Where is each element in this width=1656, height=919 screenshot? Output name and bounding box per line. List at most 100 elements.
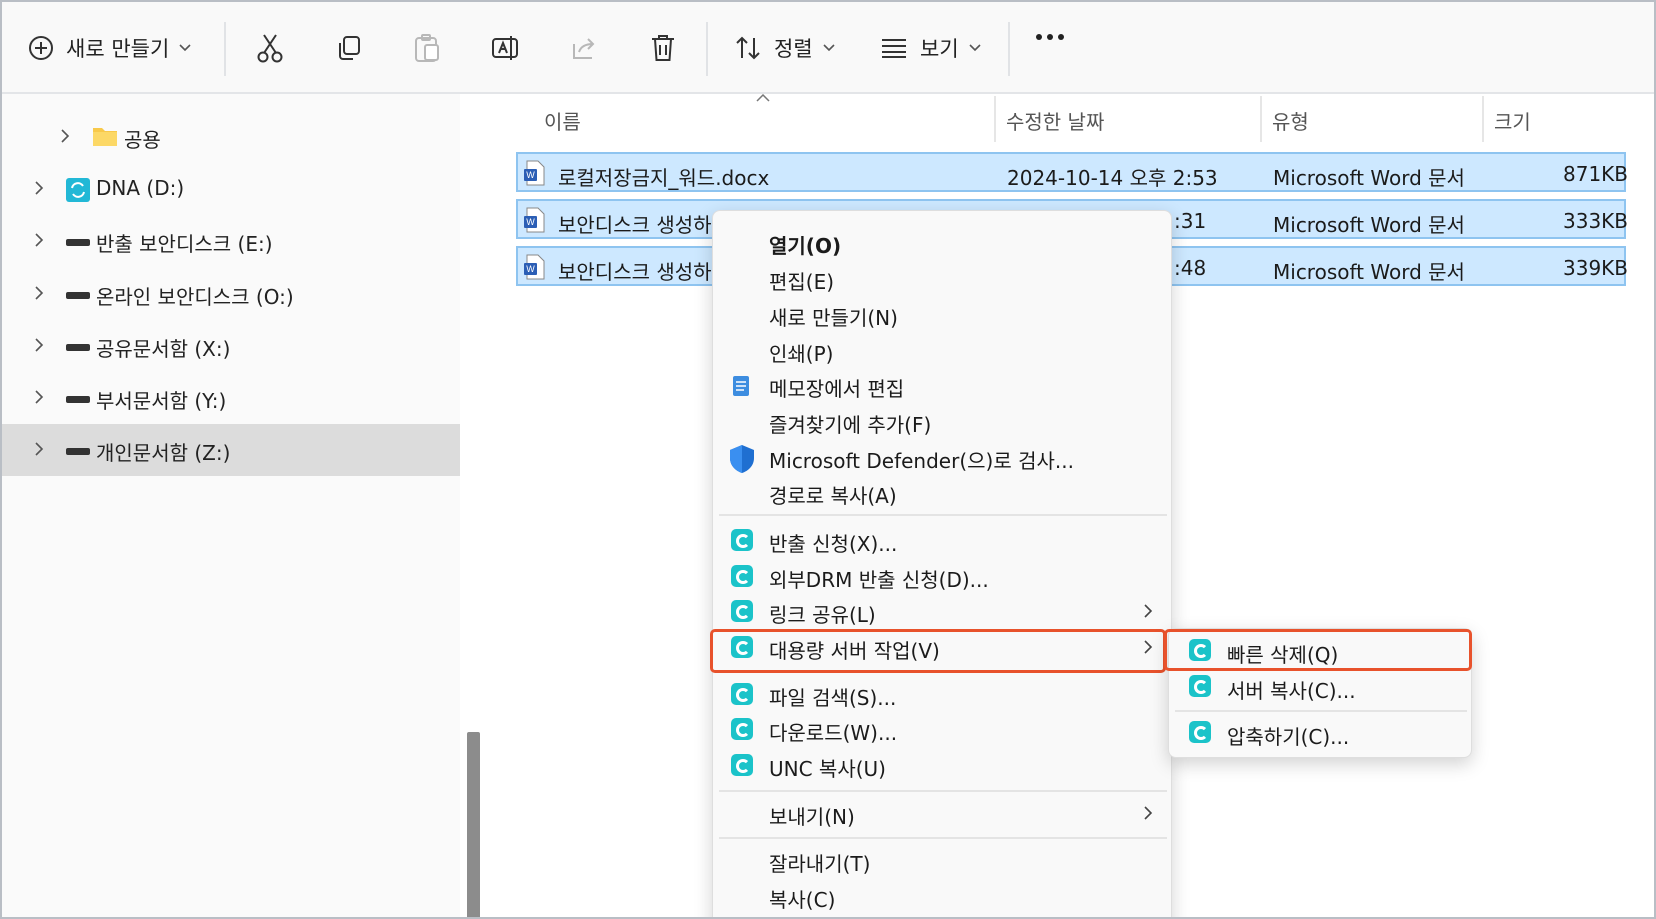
column-divider[interactable] bbox=[994, 96, 996, 142]
share-button[interactable] bbox=[570, 24, 598, 72]
menu-item-new[interactable]: 새로 만들기(N) bbox=[713, 297, 1173, 333]
nav-item-label: 온라인 보안디스크 (O:) bbox=[96, 285, 294, 309]
menu-item-label: 링크 공유(L) bbox=[769, 603, 876, 627]
menu-item-copy-path[interactable]: 경로로 복사(A) bbox=[713, 475, 1173, 511]
menu-separator bbox=[719, 514, 1167, 516]
drive-icon bbox=[66, 396, 90, 403]
column-divider[interactable] bbox=[1482, 96, 1484, 142]
nav-item-public[interactable]: 공용 bbox=[2, 111, 460, 163]
defender-shield-icon bbox=[730, 445, 754, 473]
app-c-icon bbox=[731, 754, 753, 776]
menu-separator bbox=[719, 837, 1167, 839]
menu-item-server-copy[interactable]: 서버 복사(C)... bbox=[1169, 669, 1473, 707]
nav-item-label: 반출 보안디스크 (E:) bbox=[96, 232, 273, 256]
nav-item-dept-docs[interactable]: 부서문서함 (Y:) bbox=[2, 372, 460, 424]
file-name: 로컬저장금지_워드.docx bbox=[558, 166, 770, 190]
chevron-right-icon[interactable] bbox=[34, 441, 44, 457]
paste-button[interactable] bbox=[413, 24, 441, 72]
file-name: 보안디스크 생성하 bbox=[558, 213, 712, 237]
chevron-right-icon bbox=[1144, 806, 1153, 820]
nav-item-export-disk[interactable]: 반출 보안디스크 (E:) bbox=[2, 215, 460, 267]
sort-ascending-icon bbox=[756, 94, 770, 102]
chevron-right-icon[interactable] bbox=[34, 285, 44, 301]
drive-icon bbox=[66, 292, 90, 299]
menu-item-compress[interactable]: 압축하기(C)... bbox=[1169, 715, 1473, 753]
menu-item-copy[interactable]: 복사(C) bbox=[713, 879, 1173, 915]
app-c-icon bbox=[1189, 675, 1211, 697]
drive-icon bbox=[66, 448, 90, 455]
menu-item-file-search[interactable]: 파일 검색(S)... bbox=[713, 677, 1173, 713]
menu-item-label: 인쇄(P) bbox=[769, 342, 834, 366]
nav-item-dna-drive[interactable]: DNA (D:) bbox=[2, 163, 460, 215]
copy-button[interactable] bbox=[335, 24, 363, 72]
highlight-box bbox=[710, 629, 1166, 673]
nav-item-shared-docs[interactable]: 공유문서함 (X:) bbox=[2, 320, 460, 372]
nav-item-online-disk[interactable]: 온라인 보안디스크 (O:) bbox=[2, 268, 460, 320]
menu-item-send-to[interactable]: 보내기(N) bbox=[713, 796, 1173, 832]
sync-drive-icon bbox=[66, 178, 90, 202]
sort-button[interactable]: 정렬 bbox=[734, 24, 835, 72]
nav-scrollbar[interactable] bbox=[467, 732, 480, 917]
app-c-icon bbox=[731, 718, 753, 740]
plus-circle-icon bbox=[29, 36, 53, 60]
menu-item-label: 즐겨찾기에 추가(F) bbox=[769, 413, 932, 437]
svg-text:W: W bbox=[526, 264, 535, 274]
file-modified: 2024-10-14 오후 2:53 bbox=[1007, 166, 1218, 190]
command-bar: 새로 만들기 정렬 보기 bbox=[2, 2, 1654, 94]
file-name: 보안디스크 생성하 bbox=[558, 260, 712, 284]
chevron-right-icon[interactable] bbox=[34, 389, 44, 405]
folder-icon bbox=[93, 128, 117, 146]
chevron-down-icon bbox=[179, 44, 191, 52]
column-header-size[interactable]: 크기 bbox=[1494, 106, 1531, 148]
menu-item-download[interactable]: 다운로드(W)... bbox=[713, 712, 1173, 748]
notepad-icon bbox=[733, 376, 749, 396]
delete-button[interactable] bbox=[650, 24, 676, 72]
context-menu: 열기(O) 편집(E) 새로 만들기(N) 인쇄(P) 메모장에서 편집 즐겨찾… bbox=[712, 210, 1173, 917]
menu-item-print[interactable]: 인쇄(P) bbox=[713, 333, 1173, 369]
menu-item-notepad[interactable]: 메모장에서 편집 bbox=[713, 368, 1173, 404]
toolbar-divider bbox=[706, 22, 708, 76]
menu-item-defender[interactable]: Microsoft Defender(으)로 검사... bbox=[713, 440, 1173, 476]
menu-item-label: 보내기(N) bbox=[769, 805, 855, 829]
menu-item-label: Microsoft Defender(으)로 검사... bbox=[769, 449, 1074, 473]
chevron-right-icon[interactable] bbox=[34, 337, 44, 353]
drive-icon bbox=[66, 239, 90, 246]
nav-item-personal-docs[interactable]: 개인문서함 (Z:) bbox=[2, 424, 460, 476]
column-divider[interactable] bbox=[1260, 96, 1262, 142]
cut-button[interactable] bbox=[256, 24, 284, 72]
view-button[interactable]: 보기 bbox=[880, 24, 981, 72]
menu-item-drm-request[interactable]: 외부DRM 반출 신청(D)... bbox=[713, 559, 1173, 595]
file-type: Microsoft Word 문서 bbox=[1273, 260, 1465, 284]
file-size: 333KB bbox=[1563, 209, 1629, 233]
chevron-right-icon[interactable] bbox=[34, 232, 44, 248]
chevron-right-icon[interactable] bbox=[34, 180, 44, 196]
menu-item-edit[interactable]: 편집(E) bbox=[713, 261, 1173, 297]
chevron-right-icon[interactable] bbox=[60, 128, 70, 144]
menu-item-label: 압축하기(C)... bbox=[1227, 725, 1350, 749]
file-size: 339KB bbox=[1563, 256, 1629, 280]
new-button[interactable]: 새로 만들기 bbox=[28, 24, 191, 72]
menu-item-label: 열기(O) bbox=[769, 234, 842, 258]
view-button-label: 보기 bbox=[920, 37, 959, 61]
menu-item-label: 다운로드(W)... bbox=[769, 721, 898, 745]
toolbar-divider bbox=[224, 22, 226, 76]
column-header-name[interactable]: 이름 bbox=[544, 106, 581, 148]
menu-item-open[interactable]: 열기(O) bbox=[713, 225, 1173, 261]
menu-item-cut[interactable]: 잘라내기(T) bbox=[713, 843, 1173, 879]
more-options-icon[interactable] bbox=[1036, 34, 1064, 40]
rename-button[interactable] bbox=[491, 24, 521, 72]
menu-item-label: 경로로 복사(A) bbox=[769, 484, 897, 508]
chevron-down-icon bbox=[969, 44, 981, 52]
svg-text:W: W bbox=[526, 170, 535, 180]
menu-item-favorites[interactable]: 즐겨찾기에 추가(F) bbox=[713, 404, 1173, 440]
menu-item-link-share[interactable]: 링크 공유(L) bbox=[713, 594, 1173, 630]
menu-item-unc-copy[interactable]: UNC 복사(U) bbox=[713, 748, 1173, 784]
menu-item-label: 메모장에서 편집 bbox=[769, 377, 905, 401]
share-icon bbox=[573, 38, 595, 59]
menu-item-label: UNC 복사(U) bbox=[769, 757, 886, 781]
file-row[interactable]: W 로컬저장금지_워드.docx 2024-10-14 오후 2:53 Micr… bbox=[516, 152, 1628, 192]
column-header-modified[interactable]: 수정한 날짜 bbox=[1006, 106, 1104, 148]
column-header-type[interactable]: 유형 bbox=[1272, 106, 1309, 148]
copy-icon bbox=[339, 36, 360, 60]
menu-item-export-request[interactable]: 반출 신청(X)... bbox=[713, 523, 1173, 559]
